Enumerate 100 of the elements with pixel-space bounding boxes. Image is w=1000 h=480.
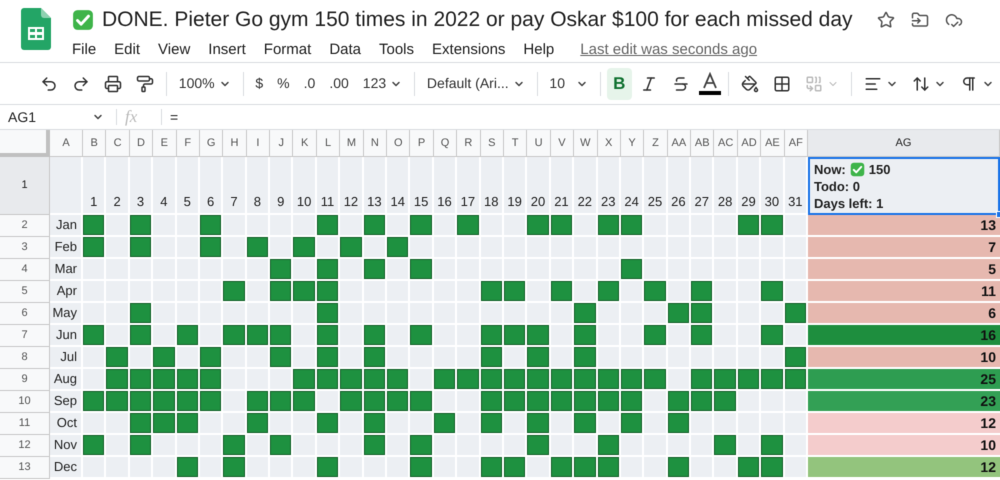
column-header[interactable]: AF xyxy=(784,130,808,157)
font-size-dropdown[interactable]: 10 xyxy=(543,68,594,100)
summary-cell[interactable]: Now: 150 Todo: 0 Days left: 1 xyxy=(808,157,1000,215)
day-label: 22 xyxy=(574,157,598,215)
day-label: 18 xyxy=(480,157,504,215)
star-icon[interactable] xyxy=(876,10,895,29)
total-cell: 25 xyxy=(808,369,1000,391)
day-label: 29 xyxy=(738,157,762,215)
row-header[interactable]: 7 xyxy=(0,325,50,347)
column-header[interactable]: Y xyxy=(620,130,644,157)
day-label: 4 xyxy=(153,157,177,215)
row-header[interactable]: 13 xyxy=(0,457,50,479)
column-header[interactable]: U xyxy=(527,130,551,157)
column-header[interactable]: S xyxy=(480,130,504,157)
total-cell: 12 xyxy=(808,457,1000,479)
column-header[interactable]: C xyxy=(106,130,130,157)
day-label: 20 xyxy=(527,157,551,215)
total-cell: 23 xyxy=(808,391,1000,413)
column-header[interactable]: A xyxy=(50,130,83,157)
currency-button[interactable]: $ xyxy=(249,68,270,100)
row-header[interactable]: 1 xyxy=(0,157,50,215)
column-header[interactable]: AG xyxy=(808,130,1000,157)
column-header[interactable]: B xyxy=(83,130,106,157)
number-format-dropdown[interactable]: 123 xyxy=(356,68,408,100)
menu-item[interactable]: Help xyxy=(523,38,554,61)
menu-item[interactable]: Tools xyxy=(379,38,414,61)
decrease-decimals-button[interactable]: .0 xyxy=(298,68,322,100)
zoom-dropdown[interactable]: 100% xyxy=(172,68,237,100)
column-header[interactable]: AD xyxy=(738,130,762,157)
day-label: 3 xyxy=(130,157,154,215)
menu-item[interactable]: View xyxy=(158,38,190,61)
column-header[interactable]: AE xyxy=(761,130,785,157)
column-header[interactable]: P xyxy=(410,130,434,157)
undo-icon xyxy=(40,74,58,92)
corner-cell[interactable] xyxy=(0,130,50,157)
column-header[interactable]: AC xyxy=(714,130,738,157)
borders-icon xyxy=(773,74,792,92)
column-header[interactable]: AA xyxy=(668,130,692,157)
document-title[interactable]: DONE. Pieter Go gym 150 times in 2022 or pay Oskar $100 for each missed day xyxy=(102,4,853,36)
row-header[interactable]: 10 xyxy=(0,391,50,413)
formula-field[interactable]: = xyxy=(170,106,1000,128)
row-header[interactable]: 3 xyxy=(0,237,50,259)
day-label: 2 xyxy=(106,157,130,215)
font-dropdown[interactable]: Default (Ari... xyxy=(420,68,531,100)
column-header[interactable]: X xyxy=(598,130,621,157)
column-header[interactable]: G xyxy=(200,130,224,157)
increase-decimals-button[interactable]: .00 xyxy=(323,68,355,100)
menu-item[interactable]: Edit xyxy=(114,38,140,61)
percent-button[interactable]: % xyxy=(271,68,296,100)
bold-button[interactable]: B xyxy=(606,68,632,100)
column-header[interactable]: E xyxy=(153,130,177,157)
menu-item[interactable]: Extensions xyxy=(432,38,506,61)
day-label: 21 xyxy=(550,157,574,215)
column-header[interactable]: F xyxy=(176,130,200,157)
move-folder-icon[interactable] xyxy=(910,10,929,29)
check-mark-icon xyxy=(72,8,94,31)
column-header[interactable]: N xyxy=(364,130,388,157)
row-header[interactable]: 2 xyxy=(0,215,50,237)
month-cell: May xyxy=(50,303,83,325)
column-header[interactable]: V xyxy=(550,130,574,157)
column-header[interactable]: Z xyxy=(644,130,668,157)
column-header[interactable]: Q xyxy=(434,130,458,157)
menu-item[interactable]: Data xyxy=(329,38,361,61)
menu-item[interactable]: Format xyxy=(264,38,312,61)
total-cell: 12 xyxy=(808,413,1000,435)
total-cell: 7 xyxy=(808,237,1000,259)
column-header[interactable]: L xyxy=(316,130,340,157)
day-label: 31 xyxy=(784,157,808,215)
month-cell: Feb xyxy=(50,237,83,259)
column-header[interactable]: O xyxy=(387,130,410,157)
day-label: 23 xyxy=(598,157,621,215)
month-cell: Apr xyxy=(50,281,83,303)
total-cell: 16 xyxy=(808,325,1000,347)
row-header[interactable]: 12 xyxy=(0,435,50,457)
day-label: 7 xyxy=(223,157,247,215)
column-header[interactable]: R xyxy=(457,130,481,157)
day-label: 12 xyxy=(340,157,364,215)
column-header[interactable]: I xyxy=(246,130,270,157)
now-label: Now: xyxy=(814,161,846,178)
column-header[interactable]: T xyxy=(504,130,528,157)
row-header[interactable]: 9 xyxy=(0,369,50,391)
column-header[interactable]: AB xyxy=(691,130,714,157)
row-header[interactable]: 4 xyxy=(0,259,50,281)
row-header[interactable]: 6 xyxy=(0,303,50,325)
menu-item[interactable]: File xyxy=(72,38,96,61)
row-header[interactable]: 11 xyxy=(0,413,50,435)
day-label: 24 xyxy=(620,157,644,215)
column-header[interactable]: M xyxy=(340,130,364,157)
column-header[interactable]: K xyxy=(293,130,317,157)
row-header[interactable]: 5 xyxy=(0,281,50,303)
row-header[interactable]: 8 xyxy=(0,347,50,369)
column-header[interactable]: D xyxy=(130,130,154,157)
last-edit-link[interactable]: Last edit was seconds ago xyxy=(580,38,758,61)
menu-item[interactable]: Insert xyxy=(208,38,246,61)
column-header[interactable]: W xyxy=(574,130,598,157)
spreadsheet-logo[interactable] xyxy=(21,8,51,50)
day-label: 19 xyxy=(504,157,528,215)
name-box[interactable]: AG1 xyxy=(0,106,108,128)
column-header[interactable]: H xyxy=(223,130,247,157)
column-header[interactable]: J xyxy=(270,130,294,157)
